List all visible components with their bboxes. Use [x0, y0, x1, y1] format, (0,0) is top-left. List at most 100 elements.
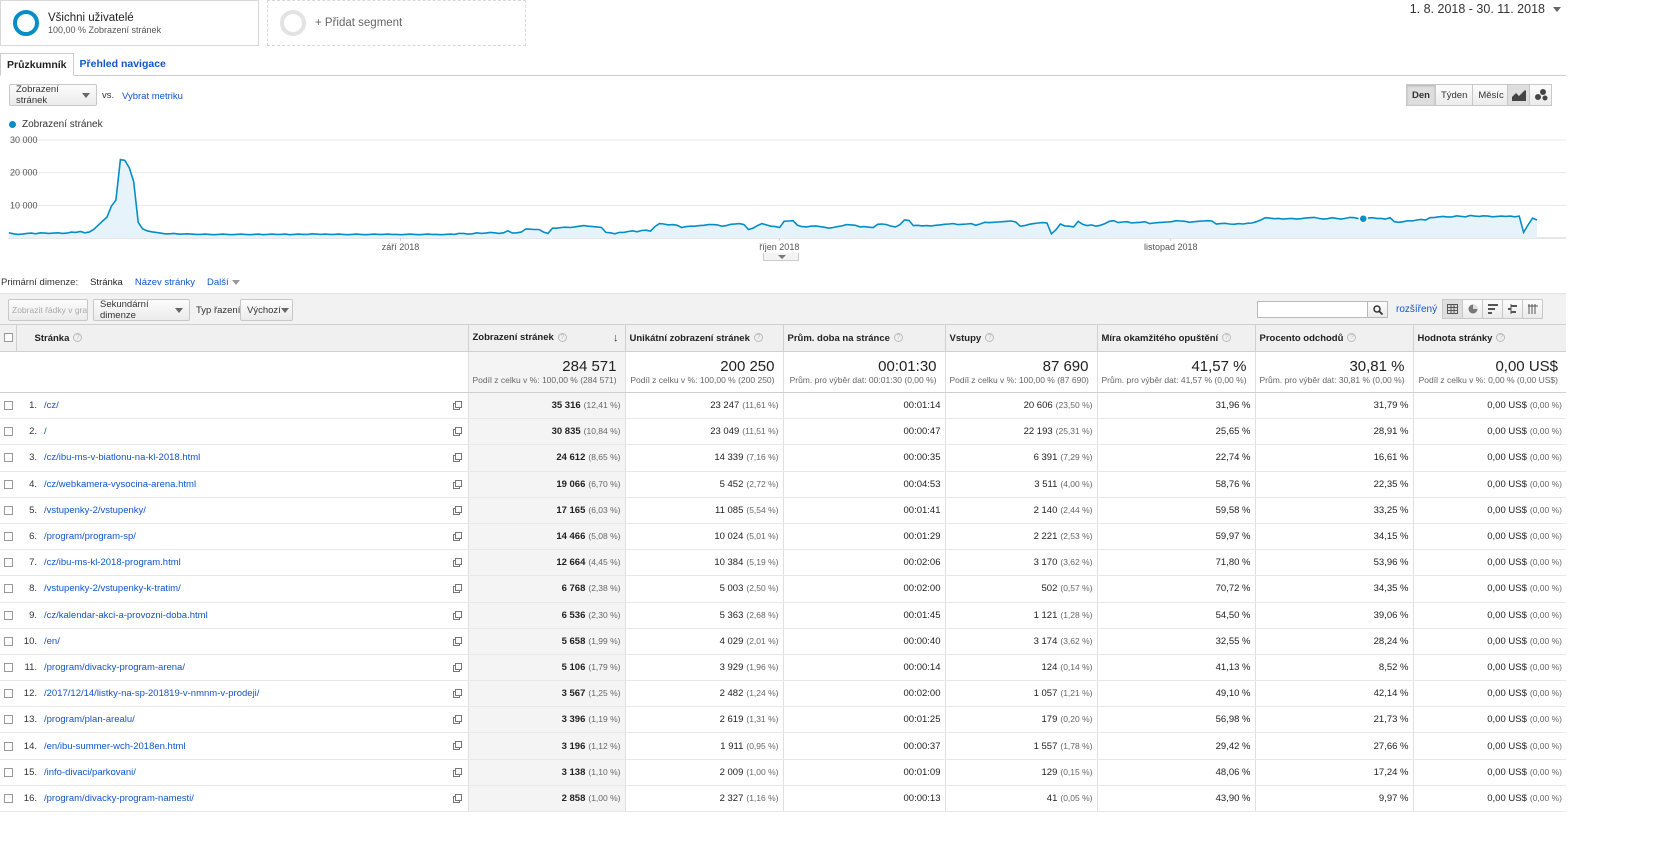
col-header-page[interactable]: Stránka?: [15, 324, 468, 352]
plot-rows-button[interactable]: Zobrazit řádky v grafu: [8, 299, 88, 321]
row-checkbox[interactable]: [4, 453, 13, 463]
row-checkbox[interactable]: [4, 610, 13, 620]
page-link[interactable]: /cz/ibu-ms-v-biatlonu-na-kl-2018.html: [44, 452, 200, 463]
row-checkbox-cell[interactable]: [0, 680, 16, 708]
row-checkbox-cell[interactable]: [0, 471, 16, 498]
row-checkbox[interactable]: [4, 793, 13, 803]
page-link[interactable]: /program/plan-arealu/: [44, 714, 135, 725]
row-checkbox-cell[interactable]: [0, 654, 16, 682]
row-checkbox-cell[interactable]: [0, 732, 16, 760]
line-chart-button[interactable]: [1507, 84, 1530, 106]
motion-chart-button[interactable]: [1529, 84, 1552, 106]
row-checkbox[interactable]: [4, 584, 13, 594]
help-icon[interactable]: ?: [73, 333, 83, 343]
search-button[interactable]: [1367, 301, 1388, 318]
tab-navigation-summary[interactable]: Přehled navigace: [74, 53, 172, 76]
row-checkbox[interactable]: [4, 715, 13, 725]
open-external-icon[interactable]: [452, 610, 462, 620]
row-checkbox-cell[interactable]: [0, 575, 16, 603]
open-external-icon[interactable]: [452, 584, 462, 594]
page-link[interactable]: /cz/ibu-ms-kl-2018-program.html: [44, 557, 181, 568]
row-checkbox-cell[interactable]: [0, 523, 16, 551]
tab-explorer[interactable]: Průzkumník: [0, 53, 74, 76]
row-checkbox[interactable]: [4, 636, 13, 646]
row-checkbox[interactable]: [4, 401, 13, 411]
col-header-page-value[interactable]: Hodnota stránky?: [1412, 324, 1566, 352]
row-checkbox[interactable]: [4, 662, 13, 672]
pageviews-chart[interactable]: 30 000 20 000 10 000 září 2018 říjen 2018 lis…: [0, 130, 1566, 253]
secondary-dimension-select[interactable]: Sekundární dimenze: [93, 299, 190, 321]
page-link[interactable]: /program/divacky-program-namesti/: [44, 793, 194, 804]
dimension-page-title[interactable]: Název stránky: [135, 277, 195, 288]
help-icon[interactable]: ?: [1347, 333, 1357, 343]
open-external-icon[interactable]: [452, 505, 462, 515]
chart-hover-point[interactable]: [1358, 213, 1369, 224]
help-icon[interactable]: ?: [753, 333, 763, 343]
help-icon[interactable]: ?: [557, 332, 567, 342]
page-link[interactable]: /info-divaci/parkovani/: [44, 767, 136, 778]
help-icon[interactable]: ?: [1496, 333, 1506, 343]
row-checkbox-cell[interactable]: [0, 497, 16, 524]
row-checkbox[interactable]: [4, 558, 13, 568]
table-view-button[interactable]: [1442, 299, 1463, 319]
row-checkbox[interactable]: [4, 689, 13, 699]
col-header-exit-rate[interactable]: Procento odchodů?: [1254, 324, 1413, 352]
page-link[interactable]: /en/ibu-summer-wch-2018en.html: [44, 741, 186, 752]
add-segment-button[interactable]: + Přidat segment: [267, 0, 526, 46]
page-link[interactable]: /2017/12/14/listky-na-sp-201819-v-nmnm-v…: [44, 688, 259, 699]
pie-view-button[interactable]: [1462, 299, 1483, 319]
row-checkbox[interactable]: [4, 505, 13, 515]
advanced-filter-link[interactable]: rozšířený: [1396, 304, 1437, 315]
col-header-unique-pageviews[interactable]: Unikátní zobrazení stránek?: [624, 324, 783, 352]
open-external-icon[interactable]: [452, 689, 462, 699]
page-link[interactable]: /vstupenky-2/vstupenky-k-tratim/: [44, 583, 181, 594]
open-external-icon[interactable]: [452, 636, 462, 646]
date-range-picker[interactable]: 1. 8. 2018 - 30. 11. 2018: [1410, 2, 1561, 16]
row-checkbox[interactable]: [4, 767, 13, 777]
open-external-icon[interactable]: [452, 715, 462, 725]
select-metric-link[interactable]: Vybrat metriku: [122, 91, 183, 102]
open-external-icon[interactable]: [452, 767, 462, 777]
table-search-input[interactable]: [1257, 301, 1368, 318]
page-link[interactable]: /cz/kalendar-akci-a-provozni-doba.html: [44, 610, 208, 621]
row-checkbox-cell[interactable]: [0, 785, 16, 813]
open-external-icon[interactable]: [452, 453, 462, 463]
row-checkbox-cell[interactable]: [0, 706, 16, 734]
select-all-checkbox-cell[interactable]: [0, 324, 16, 352]
open-external-icon[interactable]: [452, 793, 462, 803]
period-day-button[interactable]: Den: [1406, 84, 1436, 106]
row-checkbox-cell[interactable]: [0, 549, 16, 577]
sort-type-select[interactable]: Výchozí: [240, 299, 293, 321]
row-checkbox-cell[interactable]: [0, 418, 16, 446]
dimension-more[interactable]: Další: [207, 277, 240, 288]
row-checkbox-cell[interactable]: [0, 759, 16, 786]
open-external-icon[interactable]: [452, 531, 462, 541]
row-checkbox-cell[interactable]: [0, 602, 16, 629]
row-checkbox[interactable]: [4, 427, 13, 437]
help-icon[interactable]: ?: [1222, 333, 1232, 343]
row-checkbox[interactable]: [4, 532, 13, 542]
period-week-button[interactable]: Týden: [1434, 84, 1474, 106]
col-header-avg-time[interactable]: Prům. doba na stránce?: [782, 324, 945, 352]
select-all-checkbox[interactable]: [4, 333, 13, 343]
page-link[interactable]: /program/program-sp/: [44, 531, 136, 542]
row-checkbox-cell[interactable]: [0, 628, 16, 655]
page-link[interactable]: /vstupenky-2/vstupenky/: [44, 505, 146, 516]
open-external-icon[interactable]: [452, 427, 462, 437]
period-month-button[interactable]: Měsíc: [1472, 84, 1510, 106]
open-external-icon[interactable]: [452, 741, 462, 751]
metric-select[interactable]: Zobrazení stránek: [9, 84, 97, 106]
open-external-icon[interactable]: [452, 662, 462, 672]
help-icon[interactable]: ?: [893, 333, 903, 343]
row-checkbox-cell[interactable]: [0, 444, 16, 472]
col-header-bounce-rate[interactable]: Míra okamžitého opuštění?: [1096, 324, 1255, 352]
open-external-icon[interactable]: [452, 558, 462, 568]
page-link[interactable]: /program/divacky-program-arena/: [44, 662, 185, 673]
chart-collapse-handle[interactable]: [763, 253, 799, 261]
col-header-pageviews[interactable]: Zobrazení stránek? ↓: [467, 324, 625, 352]
page-link[interactable]: /: [44, 426, 47, 437]
open-external-icon[interactable]: [452, 479, 462, 489]
page-link[interactable]: /cz/webkamera-vysocina-arena.html: [44, 479, 196, 490]
segment-all-users[interactable]: Všichni uživatelé 100,00 % Zobrazení str…: [0, 0, 259, 46]
open-external-icon[interactable]: [452, 401, 462, 410]
